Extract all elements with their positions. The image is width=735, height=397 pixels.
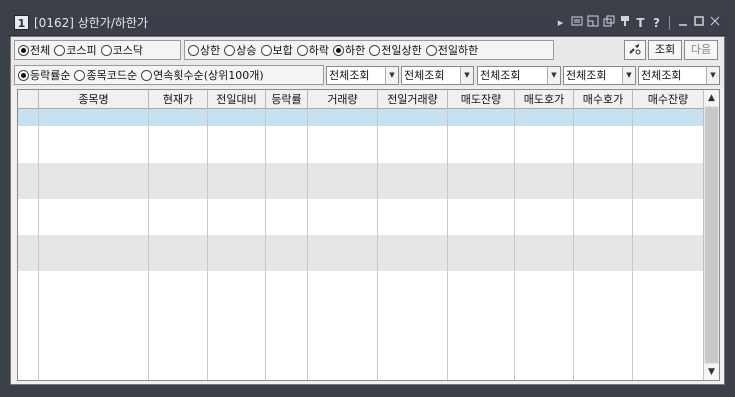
column-header-prev-diff[interactable]: 전일대비 <box>208 90 266 109</box>
radio-dot <box>18 44 29 56</box>
chevron-down-icon[interactable]: ▼ <box>622 67 635 84</box>
scroll-up-icon[interactable]: ▲ <box>704 90 719 106</box>
vertical-scrollbar[interactable]: ▲ ▼ <box>703 90 719 380</box>
font-icon[interactable]: T <box>634 15 647 31</box>
grid-row-selected[interactable] <box>18 109 704 126</box>
title-bar-icons: ▸ T ? <box>554 14 721 32</box>
filter-combo-1[interactable]: 전체조회 ▼ <box>326 66 399 85</box>
radio-dot <box>141 69 153 81</box>
window-title: [0162] 상한가/하한가 <box>34 16 149 30</box>
column-header-bid-qty[interactable]: 매수잔량 <box>633 90 704 109</box>
column-divider <box>265 109 266 380</box>
next-button[interactable]: 다음 <box>684 40 718 60</box>
title-bar[interactable]: 1 [0162] 상한가/하한가 ▸ T ? <box>8 10 727 36</box>
radio-price-upper-limit[interactable]: 상한 <box>188 42 220 58</box>
grid-row[interactable] <box>18 199 704 235</box>
play-icon[interactable]: ▸ <box>554 15 567 31</box>
column-divider <box>377 109 378 380</box>
scroll-down-icon[interactable]: ▼ <box>704 364 719 380</box>
sort-radio-group: 등락률순 종목코드순 연속횟수순(상위100개) <box>14 65 324 85</box>
close-icon[interactable] <box>708 15 721 31</box>
main-window: 1 [0162] 상한가/하한가 ▸ T ? 전체 코스피 코스닥 상한 상승 … <box>0 0 735 397</box>
radio-price-flat[interactable]: 보합 <box>260 42 293 58</box>
filter-combo-5[interactable]: 전체조회 ▼ <box>638 66 720 85</box>
radio-dot <box>100 44 112 56</box>
radio-market-all[interactable]: 전체 <box>18 42 50 58</box>
column-divider <box>632 109 633 380</box>
column-header-change-rate[interactable]: 등락률 <box>266 90 308 109</box>
query-button[interactable]: 조회 <box>648 40 682 60</box>
radio-price-fall[interactable]: 하락 <box>296 42 329 58</box>
radio-price-rise[interactable]: 상승 <box>224 42 257 58</box>
column-divider <box>38 109 39 380</box>
tools-icon <box>628 44 642 60</box>
filter-combo-2[interactable]: 전체조회 ▼ <box>401 66 474 85</box>
radio-price-prev-upper[interactable]: 전일상한 <box>369 42 422 58</box>
filter-row-1: 전체 코스피 코스닥 상한 상승 보합 하락 하한 전일상한 전일하한 조회 다… <box>11 37 724 63</box>
column-divider <box>514 109 515 380</box>
column-divider <box>447 109 448 380</box>
column-header-ask-qty[interactable]: 매도잔량 <box>448 90 515 109</box>
column-header-current-price[interactable]: 현재가 <box>149 90 208 109</box>
radio-price-prev-lower[interactable]: 전일하한 <box>425 42 478 58</box>
restore-icon[interactable] <box>586 15 599 31</box>
price-radio-group: 상한 상승 보합 하락 하한 전일상한 전일하한 <box>184 40 554 60</box>
radio-sort-code[interactable]: 종목코드순 <box>74 67 137 83</box>
column-divider <box>307 109 308 380</box>
client-area: 전체 코스피 코스닥 상한 상승 보합 하락 하한 전일상한 전일하한 조회 다… <box>10 36 725 385</box>
title-separator <box>669 16 670 30</box>
grid-row[interactable] <box>18 163 704 199</box>
radio-market-kosdaq[interactable]: 코스닥 <box>100 42 143 58</box>
pin-icon[interactable] <box>618 15 631 31</box>
radio-dot <box>54 44 66 56</box>
scroll-thumb[interactable] <box>705 107 718 363</box>
radio-sort-change-rate[interactable]: 등락률순 <box>18 67 70 83</box>
radio-dot <box>369 44 381 56</box>
column-header-index[interactable] <box>18 90 39 109</box>
radio-dot <box>188 44 199 56</box>
radio-dot <box>74 69 86 81</box>
grid-header: 종목명 현재가 전일대비 등락률 거래량 전일거래량 매도잔량 매도호가 매수호… <box>18 90 704 109</box>
market-radio-group: 전체 코스피 코스닥 <box>14 40 181 60</box>
radio-dot <box>260 44 272 56</box>
note-icon[interactable] <box>570 15 583 31</box>
radio-dot <box>224 44 236 56</box>
grid-row[interactable] <box>18 325 704 380</box>
minimize-icon[interactable] <box>676 15 689 31</box>
chevron-down-icon[interactable]: ▼ <box>706 67 719 84</box>
column-header-name[interactable]: 종목명 <box>39 90 149 109</box>
column-divider <box>148 109 149 380</box>
radio-dot <box>425 44 437 56</box>
column-divider <box>207 109 208 380</box>
copy-icon[interactable] <box>602 15 615 31</box>
maximize-icon[interactable] <box>692 15 705 31</box>
radio-market-kospi[interactable]: 코스피 <box>54 42 97 58</box>
radio-price-lower-limit[interactable]: 하한 <box>333 42 365 58</box>
settings-button[interactable] <box>624 40 646 60</box>
column-divider <box>573 109 574 380</box>
chevron-down-icon[interactable]: ▼ <box>385 67 398 84</box>
results-grid[interactable]: 종목명 현재가 전일대비 등락률 거래량 전일거래량 매도잔량 매도호가 매수호… <box>17 89 720 381</box>
filter-combo-4[interactable]: 전체조회 ▼ <box>563 66 636 85</box>
grid-row[interactable] <box>18 235 704 271</box>
radio-dot <box>333 44 344 56</box>
chevron-down-icon[interactable]: ▼ <box>460 67 473 84</box>
radio-dot <box>18 69 29 81</box>
column-header-prev-volume[interactable]: 전일거래량 <box>378 90 448 109</box>
window-number-badge: 1 <box>14 15 29 30</box>
chevron-down-icon[interactable]: ▼ <box>547 67 560 84</box>
column-header-volume[interactable]: 거래량 <box>308 90 378 109</box>
filter-combo-3[interactable]: 전체조회 ▼ <box>477 66 561 85</box>
radio-sort-consecutive[interactable]: 연속횟수순(상위100개) <box>141 67 264 83</box>
radio-dot <box>296 44 308 56</box>
grid-row[interactable] <box>18 126 704 163</box>
filter-row-2: 등락률순 종목코드순 연속횟수순(상위100개) 전체조회 ▼ 전체조회 ▼ 전… <box>11 63 724 87</box>
column-header-ask-price[interactable]: 매도호가 <box>515 90 574 109</box>
column-header-bid-price[interactable]: 매수호가 <box>574 90 633 109</box>
grid-row[interactable] <box>18 271 704 325</box>
help-icon[interactable]: ? <box>650 15 663 31</box>
